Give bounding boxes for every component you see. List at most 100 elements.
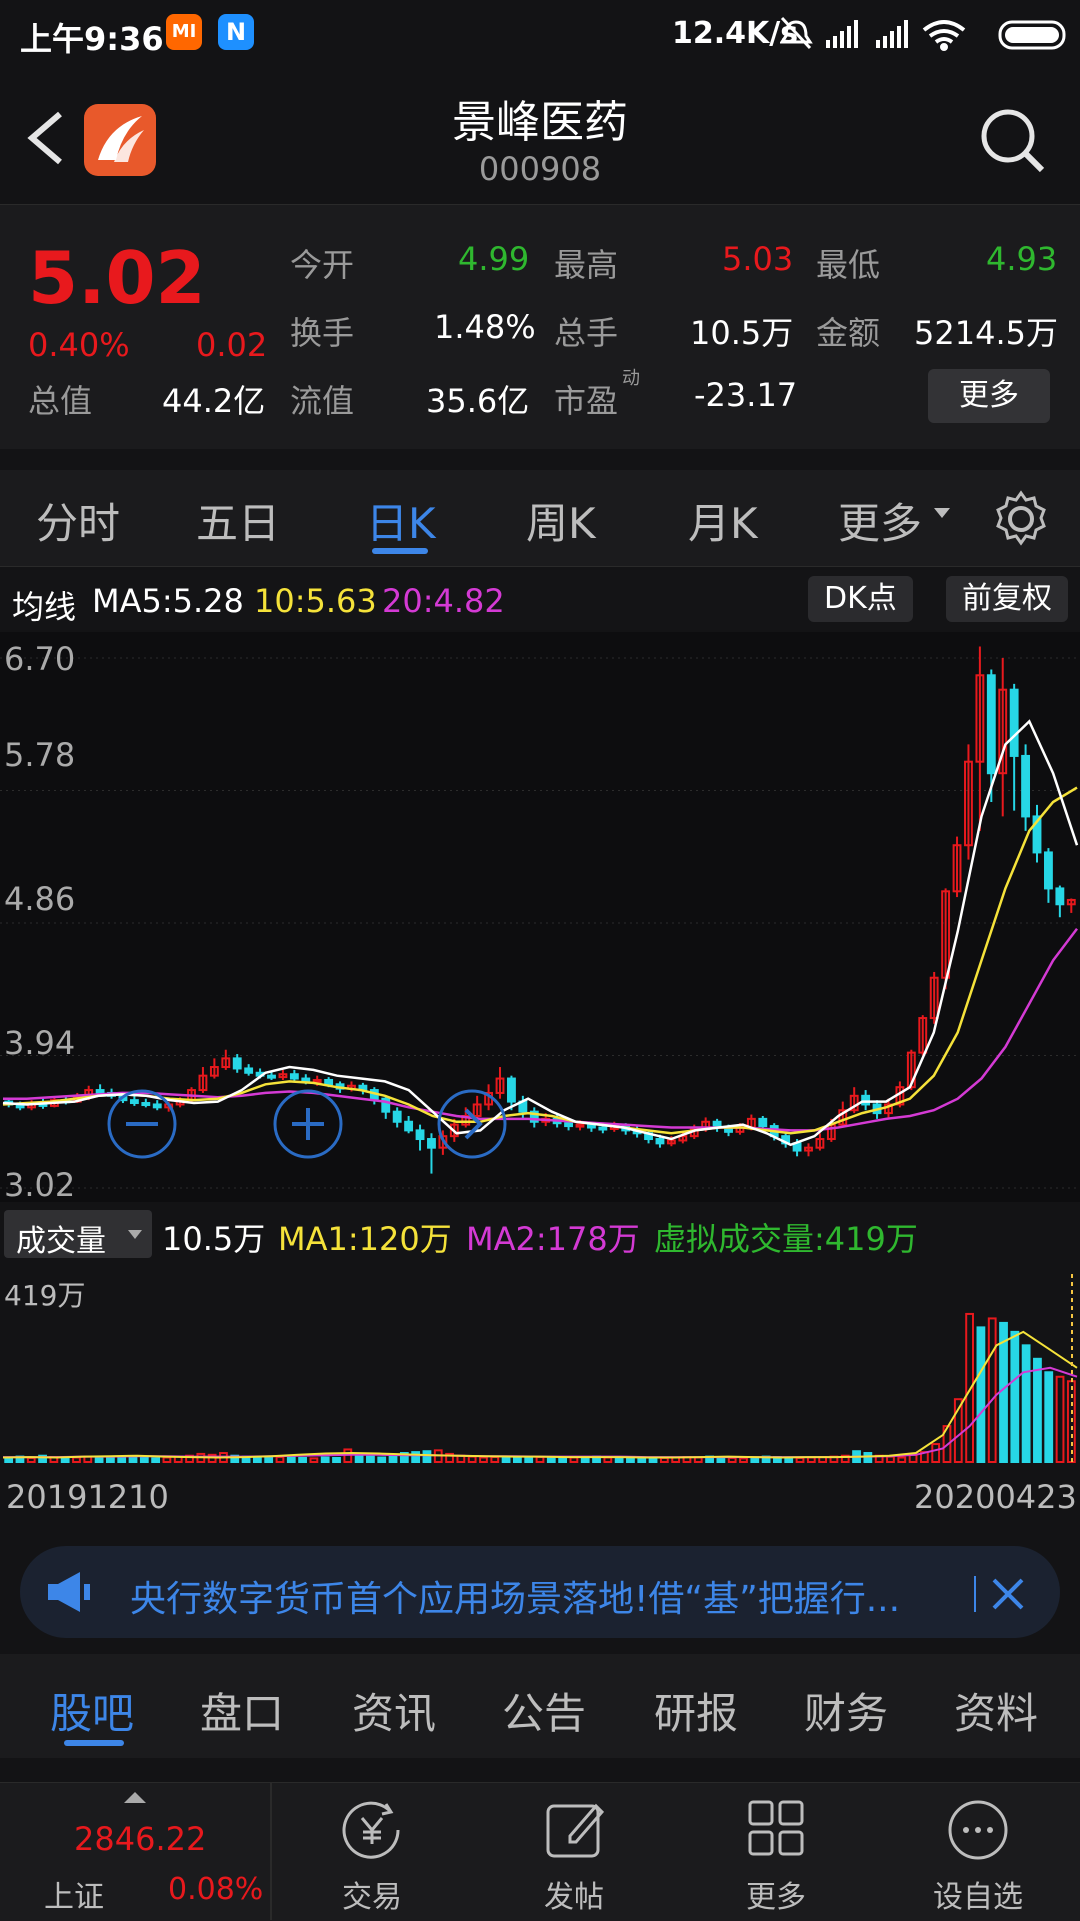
pe-value: -23.17 — [694, 376, 798, 414]
tab-weekly-k[interactable]: 周K — [526, 490, 596, 551]
tab-more[interactable]: 更多 — [838, 490, 922, 551]
volume-bar-63 — [716, 1456, 726, 1463]
volume-bar-71 — [806, 1456, 816, 1463]
tab-finance[interactable]: 财务 — [804, 1680, 888, 1741]
volume-bar-13 — [151, 1457, 161, 1464]
pre-adjust-button[interactable]: 前复权 — [946, 576, 1068, 622]
last-price: 5.02 — [28, 236, 206, 320]
dk-point-button[interactable]: DK点 — [808, 576, 913, 622]
tab-research[interactable]: 研报 — [654, 1680, 738, 1741]
volume-bar-5 — [60, 1457, 70, 1464]
volume-bar-29 — [332, 1456, 341, 1463]
stock-code: 000908 — [478, 150, 602, 188]
candle-body-26 — [301, 1077, 311, 1083]
amount-label: 金额 — [816, 314, 881, 352]
volume-bar-24 — [275, 1456, 285, 1463]
stock-name: 景峰医药 — [452, 97, 628, 148]
ma5-value: MA5:5.28 — [92, 582, 244, 620]
zoom-in-icon[interactable] — [272, 1088, 344, 1160]
volume-bar-45 — [512, 1456, 522, 1463]
grid-more-icon[interactable] — [746, 1798, 806, 1858]
volume-bar-90 — [1021, 1344, 1031, 1463]
dock-post[interactable]: 发帖 — [514, 1872, 634, 1916]
index-name: 上证 — [44, 1880, 104, 1915]
volume-label: 总手 — [554, 314, 619, 352]
volume-bar-87 — [987, 1317, 997, 1464]
volume-axis-max: 419万 — [4, 1279, 86, 1312]
search-icon[interactable] — [978, 106, 1048, 176]
volume-bar-89 — [1010, 1330, 1020, 1464]
tab-monthly-k[interactable]: 月K — [688, 490, 758, 551]
tab-profile[interactable]: 资料 — [954, 1680, 1038, 1741]
candle-body-27 — [312, 1078, 322, 1083]
volume-bar-61 — [693, 1456, 703, 1463]
volume-svg[interactable] — [0, 1266, 1080, 1466]
candle-body-89 — [1021, 754, 1031, 818]
volume-bar-92 — [1044, 1371, 1054, 1463]
scroll-right-icon[interactable] — [436, 1088, 508, 1160]
dock-more[interactable]: 更多 — [716, 1872, 836, 1916]
volume-dropdown-icon — [128, 1230, 142, 1239]
news-text[interactable]: 央行数字货币首个应用场景落地!借“基”把握行... — [130, 1570, 900, 1622]
volume-bar-23 — [264, 1456, 274, 1463]
tab-intraday[interactable]: 分时 — [36, 490, 120, 551]
vol-ma2: MA2:178万 — [466, 1220, 640, 1258]
candle-body-35 — [404, 1120, 414, 1132]
signal-icon-2 — [876, 20, 908, 48]
mi-app-icon: MI — [166, 14, 202, 50]
ma-legend-label: 均线 — [12, 588, 77, 626]
tab-five-day[interactable]: 五日 — [196, 490, 280, 551]
settings-gear-icon[interactable] — [992, 490, 1050, 548]
zoom-out-icon[interactable] — [106, 1088, 178, 1160]
candle-body-20 — [232, 1057, 242, 1070]
volume-bar-26 — [298, 1456, 307, 1463]
tab-daily-k[interactable]: 日K — [366, 490, 436, 551]
volume-bar-6 — [72, 1456, 81, 1463]
close-icon[interactable] — [990, 1576, 1026, 1612]
add-watchlist-icon[interactable] — [946, 1798, 1010, 1862]
volume-bar-65 — [739, 1457, 748, 1464]
volume-bar-37 — [422, 1450, 432, 1464]
candle-body-34 — [392, 1110, 402, 1123]
signal-icon-1 — [826, 20, 858, 48]
open-value: 4.99 — [458, 240, 530, 278]
battery-icon — [998, 20, 1066, 50]
index-value[interactable]: 2846.22 — [74, 1820, 206, 1858]
vol-ma1: MA1:120万 — [278, 1220, 452, 1258]
volume-bar-10 — [117, 1456, 127, 1463]
date-start: 20191210 — [6, 1478, 169, 1516]
candle-body-86 — [986, 674, 996, 775]
dock-trade[interactable]: 交易 — [312, 1872, 432, 1916]
open-label: 今开 — [290, 246, 355, 284]
volume-bar-54 — [614, 1456, 624, 1463]
tab-news[interactable]: 资讯 — [352, 1680, 436, 1741]
volume-bar-58 — [659, 1456, 669, 1463]
volume-bar-8 — [94, 1456, 104, 1463]
vol-ma1-line — [2, 1330, 1078, 1459]
ma20-value: 20:4.82 — [382, 582, 505, 620]
high-value: 5.03 — [722, 240, 794, 278]
candle-body-44 — [507, 1077, 516, 1103]
volume-bar-41 — [467, 1455, 477, 1464]
tab-announcements[interactable]: 公告 — [502, 1680, 586, 1741]
volume-bar-44 — [501, 1456, 511, 1463]
trade-yen-icon[interactable] — [338, 1798, 406, 1862]
amount-value: 5214.5万 — [914, 314, 1058, 352]
candle-body-50 — [575, 1123, 585, 1128]
float-label: 流值 — [290, 382, 355, 420]
candle-body-21 — [244, 1067, 254, 1074]
tab-orderbook[interactable]: 盘口 — [200, 1680, 284, 1741]
turnover-label: 换手 — [290, 314, 355, 352]
compose-post-icon[interactable] — [544, 1798, 608, 1862]
dock-watchlist[interactable]: 设自选 — [918, 1872, 1038, 1916]
volume-selector[interactable]: 成交量 — [4, 1210, 152, 1259]
quote-more-button[interactable]: 更多 — [928, 369, 1050, 423]
status-time: 上午9:36 — [20, 20, 164, 58]
tab-forum[interactable]: 股吧 — [50, 1680, 134, 1741]
low-value: 4.93 — [986, 240, 1058, 278]
active-tab-indicator — [372, 548, 428, 554]
date-end: 20200423 — [914, 1478, 1077, 1516]
expand-up-icon[interactable] — [124, 1792, 146, 1804]
volume-bar-27 — [309, 1457, 319, 1464]
dropdown-caret-icon — [934, 508, 950, 518]
